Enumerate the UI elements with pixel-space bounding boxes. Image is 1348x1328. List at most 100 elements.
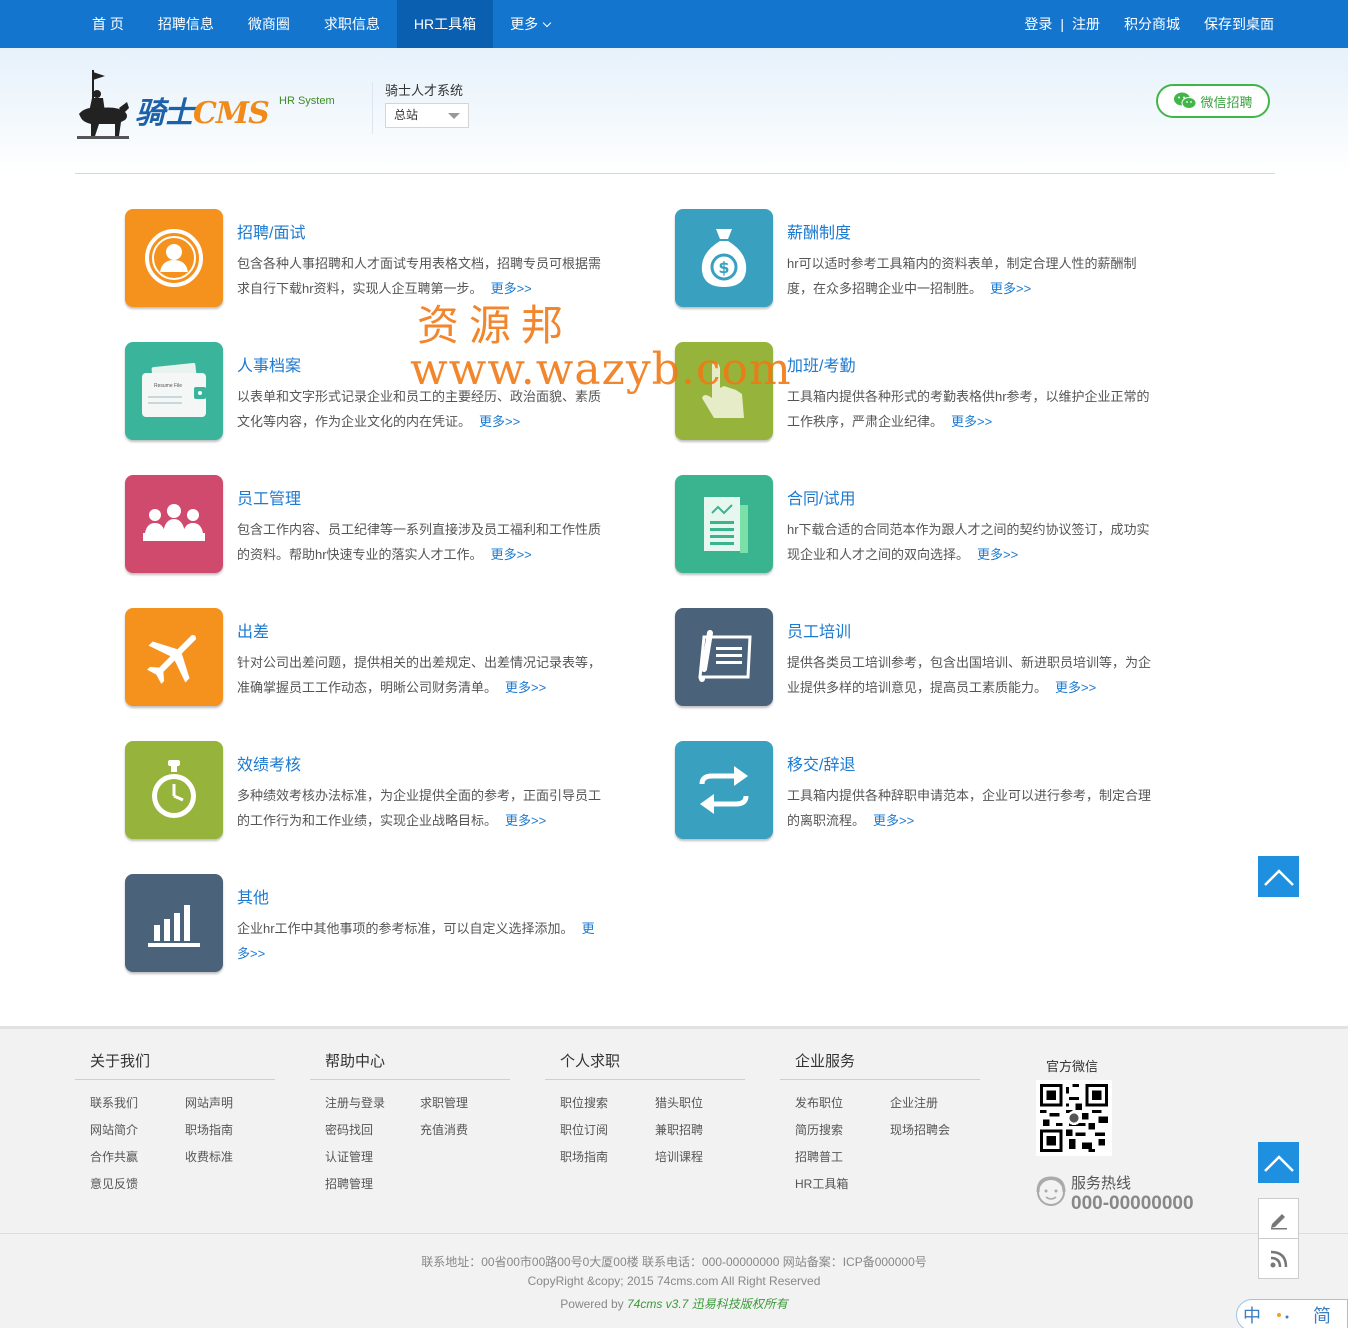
points-mall-link[interactable]: 积分商城 — [1124, 14, 1180, 34]
footer-link[interactable]: 充值消费 — [420, 1121, 515, 1139]
footer-link[interactable]: 求职管理 — [420, 1094, 515, 1112]
back-to-top-button[interactable] — [1258, 856, 1299, 897]
wechat-icon — [1174, 92, 1197, 109]
tool-desc-text: 针对公司出差问题，提供相关的出差规定、出差情况记录表等，准确掌握员工工作动态，明… — [237, 655, 602, 695]
footer-link[interactable]: 职场指南 — [185, 1121, 280, 1139]
wechat-recruit-button[interactable]: 微信招聘 — [1156, 84, 1270, 118]
stopwatch-icon — [152, 760, 196, 818]
tool-icon-box[interactable]: Resume File — [125, 342, 223, 440]
tool-title[interactable]: 加班/考勤 — [787, 352, 855, 376]
chevron-down-icon — [542, 18, 552, 28]
airplane-icon — [147, 634, 197, 684]
more-link[interactable]: 更多>> — [990, 281, 1031, 296]
nav-home[interactable]: 首 页 — [75, 0, 141, 48]
rss-icon — [1270, 1250, 1287, 1267]
register-link[interactable]: 注册 — [1072, 14, 1100, 34]
footer-column-enterprise: 企业服务 发布职位 企业注册 简历搜索 现场招聘会 招聘普工 HR工具箱 — [780, 1050, 980, 1191]
more-link[interactable]: 更多>> — [505, 680, 546, 695]
footer-link[interactable]: HR工具箱 — [795, 1175, 890, 1193]
wechat-recruit-label: 微信招聘 — [1200, 94, 1253, 110]
footer-link[interactable]: 简历搜索 — [795, 1121, 890, 1139]
footer-link[interactable]: 招聘管理 — [325, 1175, 420, 1193]
tool-title[interactable]: 合同/试用 — [787, 485, 855, 509]
chevron-up-icon — [1263, 1154, 1294, 1172]
powered-product-link[interactable]: 74cms v3.7 — [627, 1297, 688, 1311]
tool-icon-box[interactable] — [675, 608, 773, 706]
footer-column-about: 关于我们 联系我们 网站声明 网站简介 职场指南 合作共赢 收费标准 意见反馈 — [75, 1050, 275, 1191]
pencil-icon — [1270, 1213, 1287, 1229]
nav-more[interactable]: 更多 — [493, 0, 567, 48]
footer-link[interactable]: 收费标准 — [185, 1148, 280, 1166]
nav-job-seekers[interactable]: 求职信息 — [307, 0, 397, 48]
tool-title[interactable]: 效绩考核 — [237, 751, 301, 775]
tool-title[interactable]: 员工管理 — [237, 485, 301, 509]
footer-link[interactable]: 企业注册 — [890, 1094, 985, 1112]
header-separator-line — [75, 173, 1275, 174]
feedback-button[interactable] — [1258, 1198, 1299, 1239]
footer-link[interactable]: 职位搜索 — [560, 1094, 655, 1112]
footer-link[interactable]: 现场招聘会 — [890, 1121, 985, 1139]
scroll-top-button[interactable] — [1258, 1142, 1299, 1183]
login-link[interactable]: 登录 — [1024, 14, 1052, 34]
tool-title[interactable]: 出差 — [237, 618, 269, 642]
tool-icon-box[interactable] — [675, 475, 773, 573]
rss-button[interactable] — [1258, 1238, 1299, 1279]
powered-prefix: Powered by — [560, 1297, 624, 1311]
tool-title[interactable]: 人事档案 — [237, 352, 301, 376]
tool-desc-text: 提供各类员工培训参考，包含出国培训、新进职员培训等，为企业提供多样的培训意见，提… — [787, 655, 1152, 695]
tool-title[interactable]: 招聘/面试 — [237, 219, 305, 243]
tool-icon-box[interactable] — [125, 741, 223, 839]
tool-icon-box[interactable] — [125, 209, 223, 307]
footer-link[interactable]: 猎头职位 — [655, 1094, 750, 1112]
tool-title[interactable]: 移交/辞退 — [787, 751, 855, 775]
site-select[interactable]: 总站 — [385, 103, 469, 128]
footer-link[interactable]: 密码找回 — [325, 1121, 420, 1139]
footer-link[interactable]: 招聘普工 — [795, 1148, 890, 1166]
logo-brand-cn: 骑士 — [135, 96, 194, 131]
nav-business-circle[interactable]: 微商圈 — [231, 0, 307, 48]
tool-icon-box[interactable] — [675, 741, 773, 839]
tool-icon-box[interactable] — [125, 608, 223, 706]
tool-description: hr可以适时参考工具箱内的资料表单，制定合理人性的薪酬制度，在众多招聘企业中一招… — [787, 251, 1157, 301]
more-link[interactable]: 更多>> — [951, 414, 992, 429]
hotline-label: 服务热线 — [1071, 1175, 1132, 1192]
site-logo[interactable]: 骑士CMS HR System — [75, 68, 345, 140]
footer-link[interactable]: 职场指南 — [560, 1148, 655, 1166]
footer-link[interactable]: 网站声明 — [185, 1094, 280, 1112]
nav-jobs[interactable]: 招聘信息 — [141, 0, 231, 48]
save-desktop-link[interactable]: 保存到桌面 — [1204, 14, 1274, 34]
tool-icon-box[interactable] — [125, 475, 223, 573]
footer-link[interactable]: 职位订阅 — [560, 1121, 655, 1139]
footer-link[interactable]: 合作共赢 — [90, 1148, 185, 1166]
tool-desc-text: 以表单和文字形式记录企业和员工的主要经历、政治面貌、素质文化等内容，作为企业文化… — [237, 389, 602, 429]
more-link[interactable]: 更多>> — [491, 547, 532, 562]
more-link[interactable]: 更多>> — [1055, 680, 1096, 695]
tool-title[interactable]: 其他 — [237, 884, 269, 908]
footer-link[interactable]: 培训课程 — [655, 1148, 750, 1166]
footer-link[interactable]: 兼职招聘 — [655, 1121, 750, 1139]
tool-desc-text: 多种绩效考核办法标准，为企业提供全面的参考，正面引导员工的工作行为和工作业绩，实… — [237, 788, 602, 828]
footer-link[interactable]: 网站简介 — [90, 1121, 185, 1139]
contract-icon — [704, 497, 748, 553]
language-switch[interactable]: 中 简 — [1236, 1299, 1348, 1328]
more-link[interactable]: 更多>> — [977, 547, 1018, 562]
footer-link[interactable]: 联系我们 — [90, 1094, 185, 1112]
customer-service-icon — [1036, 1176, 1066, 1206]
footer-column-title: 个人求职 — [545, 1050, 745, 1080]
more-link[interactable]: 更多>> — [479, 414, 520, 429]
tool-icon-box[interactable]: $ — [675, 209, 773, 307]
more-link[interactable]: 更多>> — [873, 813, 914, 828]
tool-icon-box[interactable] — [125, 874, 223, 972]
watermark-url: www.wazyb.com — [410, 344, 792, 395]
footer-link[interactable]: 发布职位 — [795, 1094, 890, 1112]
footer-link[interactable]: 注册与登录 — [325, 1094, 420, 1112]
more-link[interactable]: 更多>> — [505, 813, 546, 828]
tool-title[interactable]: 薪酬制度 — [787, 219, 851, 243]
tool-description: 多种绩效考核办法标准，为企业提供全面的参考，正面引导员工的工作行为和工作业绩，实… — [237, 783, 607, 833]
logo-subtitle: HR System — [279, 95, 335, 107]
footer-link[interactable]: 认证管理 — [325, 1148, 420, 1166]
nav-hr-toolbox[interactable]: HR工具箱 — [396, 0, 494, 48]
main-nav: 首 页 招聘信息 微商圈 求职信息 HR工具箱 更多 — [75, 0, 567, 48]
tool-title[interactable]: 员工培训 — [787, 618, 851, 642]
footer-link[interactable]: 意见反馈 — [90, 1175, 185, 1193]
